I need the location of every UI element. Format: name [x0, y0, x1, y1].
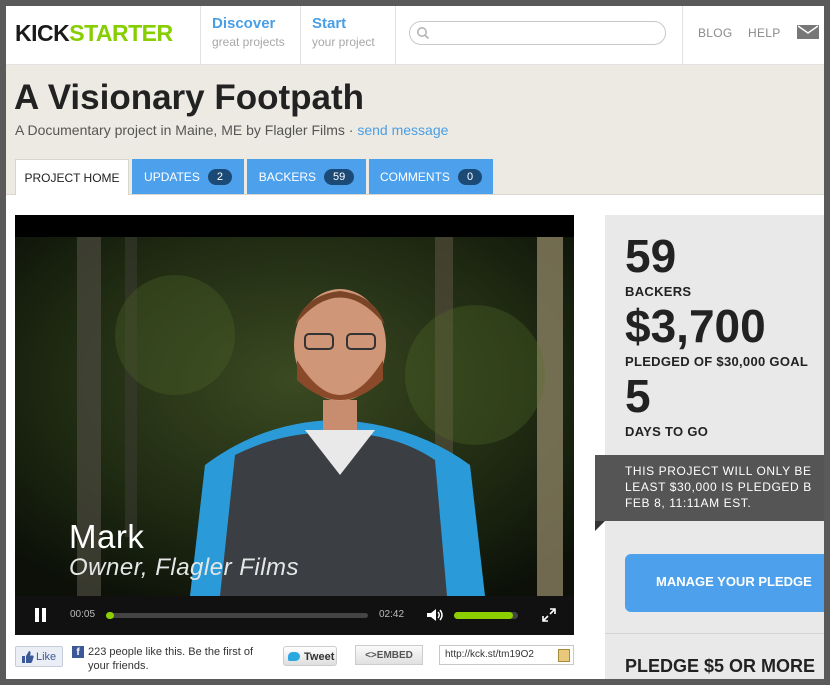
- like-label: Like: [36, 651, 57, 663]
- nav-start[interactable]: Start your project: [300, 6, 396, 64]
- volume-slider[interactable]: [454, 612, 518, 619]
- volume-level: [454, 612, 513, 619]
- pledged-label: PLEDGED OF $30,000 GOAL: [625, 354, 809, 369]
- days-to-go-label: DAYS TO GO: [625, 424, 709, 439]
- embed-button[interactable]: <>EMBED: [355, 645, 423, 665]
- manage-pledge-button[interactable]: MANAGE YOUR PLEDGE: [625, 554, 824, 612]
- search-input[interactable]: [436, 24, 660, 42]
- project-title: A Visionary Footpath: [14, 78, 365, 117]
- pledged-amount: $3,700: [625, 300, 766, 352]
- logo-starter: STARTER: [69, 20, 173, 46]
- tab-project-home-label: PROJECT HOME: [24, 171, 120, 185]
- tab-updates-count: 2: [207, 169, 232, 185]
- facebook-like-button[interactable]: Like: [15, 646, 63, 667]
- days-to-go-count: 5: [625, 370, 651, 422]
- like-count-text: 223 people like this. Be the first of yo…: [88, 646, 254, 672]
- nav-discover[interactable]: Discover great projects: [200, 6, 301, 64]
- nav-discover-subtitle: great projects: [212, 35, 285, 49]
- sidebar-divider: [605, 633, 824, 634]
- duration: 02:42: [379, 609, 405, 620]
- pause-icon[interactable]: [33, 608, 47, 624]
- pledge-tier-title[interactable]: PLEDGE $5 OR MORE: [625, 656, 815, 677]
- backers-label: BACKERS: [625, 284, 692, 299]
- tab-comments[interactable]: COMMENTS 0: [369, 159, 493, 194]
- project-subtitle: A Documentary project in Maine, ME by Fl…: [15, 122, 448, 138]
- volume-icon[interactable]: [426, 608, 444, 622]
- send-message-link[interactable]: send message: [357, 122, 448, 138]
- tab-updates-label: UPDATES: [144, 170, 200, 184]
- video-controls: 00:05 02:42: [15, 596, 574, 635]
- backers-count: 59: [625, 230, 677, 282]
- funding-notice-line3: FEB 8, 11:11AM EST.: [625, 496, 752, 510]
- tab-backers-label: BACKERS: [258, 170, 317, 184]
- tab-comments-count: 0: [457, 169, 483, 185]
- seek-bar[interactable]: [106, 612, 368, 619]
- notice-pointer: [595, 521, 605, 531]
- fullscreen-icon[interactable]: [542, 608, 556, 622]
- tab-updates[interactable]: UPDATES 2: [132, 159, 244, 194]
- tab-backers[interactable]: BACKERS 59: [247, 159, 366, 194]
- video-player[interactable]: Mark Owner, Flagler Films 00:05 02:42: [15, 215, 574, 635]
- short-url-field[interactable]: http://kck.st/tm19O2: [439, 645, 574, 665]
- page-frame: KICKSTARTER Discover great projects Star…: [6, 6, 824, 679]
- tweet-label: Tweet: [304, 651, 335, 663]
- funding-notice: THIS PROJECT WILL ONLY BE LEAST $30,000 …: [595, 455, 824, 521]
- help-link[interactable]: HELP: [748, 26, 781, 40]
- project-header: A Visionary Footpath A Documentary proje…: [6, 65, 824, 195]
- kickstarter-logo[interactable]: KICKSTARTER: [15, 20, 173, 47]
- funding-notice-line2: LEAST $30,000 IS PLEDGED B: [625, 480, 812, 494]
- search-icon: [417, 27, 430, 40]
- tab-backers-count: 59: [324, 169, 355, 185]
- caption-name: Mark: [69, 518, 145, 555]
- project-meta: A Documentary project in Maine, ME by Fl…: [15, 122, 358, 138]
- tab-project-home[interactable]: PROJECT HOME: [15, 159, 129, 195]
- search-box: [409, 21, 666, 45]
- facebook-icon: f: [72, 646, 84, 658]
- site-header: KICKSTARTER Discover great projects Star…: [6, 6, 824, 65]
- twitter-bird-icon: [288, 652, 300, 661]
- blog-link[interactable]: BLOG: [698, 26, 733, 40]
- caption-role: Owner, Flagler Films: [69, 554, 300, 581]
- mail-icon[interactable]: [797, 25, 819, 39]
- current-time: 00:05: [70, 609, 96, 620]
- tab-comments-label: COMMENTS: [379, 170, 450, 184]
- nav-start-subtitle: your project: [312, 35, 375, 49]
- short-url-text: http://kck.st/tm19O2: [445, 649, 534, 660]
- funding-notice-line1: THIS PROJECT WILL ONLY BE: [625, 464, 812, 478]
- copy-icon[interactable]: [558, 649, 570, 662]
- thumbs-up-icon: [22, 651, 34, 663]
- header-divider: [682, 6, 683, 64]
- nav-discover-title: Discover: [212, 15, 276, 32]
- tweet-button[interactable]: Tweet: [283, 646, 337, 666]
- logo-kick: KICK: [15, 20, 70, 46]
- seek-bar-progress: [106, 612, 114, 619]
- nav-start-title: Start: [312, 15, 347, 32]
